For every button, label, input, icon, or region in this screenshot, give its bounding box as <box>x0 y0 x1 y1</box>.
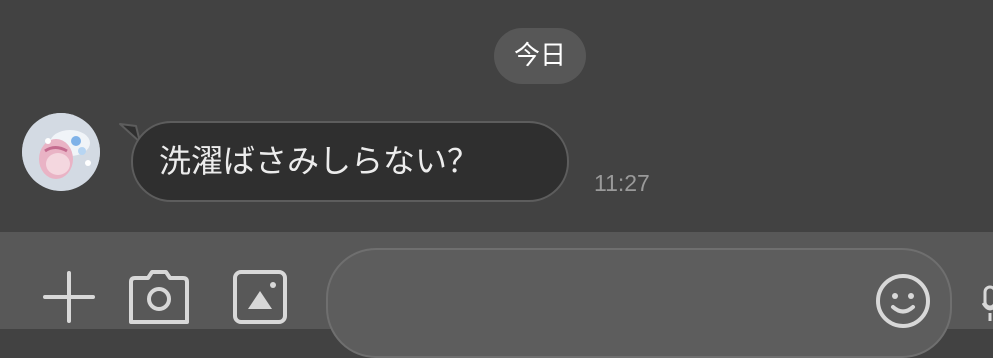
message-time: 11:27 <box>594 170 650 196</box>
image-icon[interactable] <box>231 268 289 326</box>
camera-icon[interactable] <box>128 268 190 326</box>
date-separator: 今日 <box>494 28 586 84</box>
message-input[interactable] <box>326 248 952 358</box>
avatar[interactable] <box>22 113 100 191</box>
plus-icon[interactable] <box>42 270 96 324</box>
mic-icon[interactable] <box>982 285 993 325</box>
message-text: 洗濯ばさみしらない？ <box>159 142 480 180</box>
emoji-icon[interactable] <box>874 272 932 330</box>
message-bubble[interactable]: 洗濯ばさみしらない？ <box>131 121 569 202</box>
avatar-icon <box>22 113 100 191</box>
